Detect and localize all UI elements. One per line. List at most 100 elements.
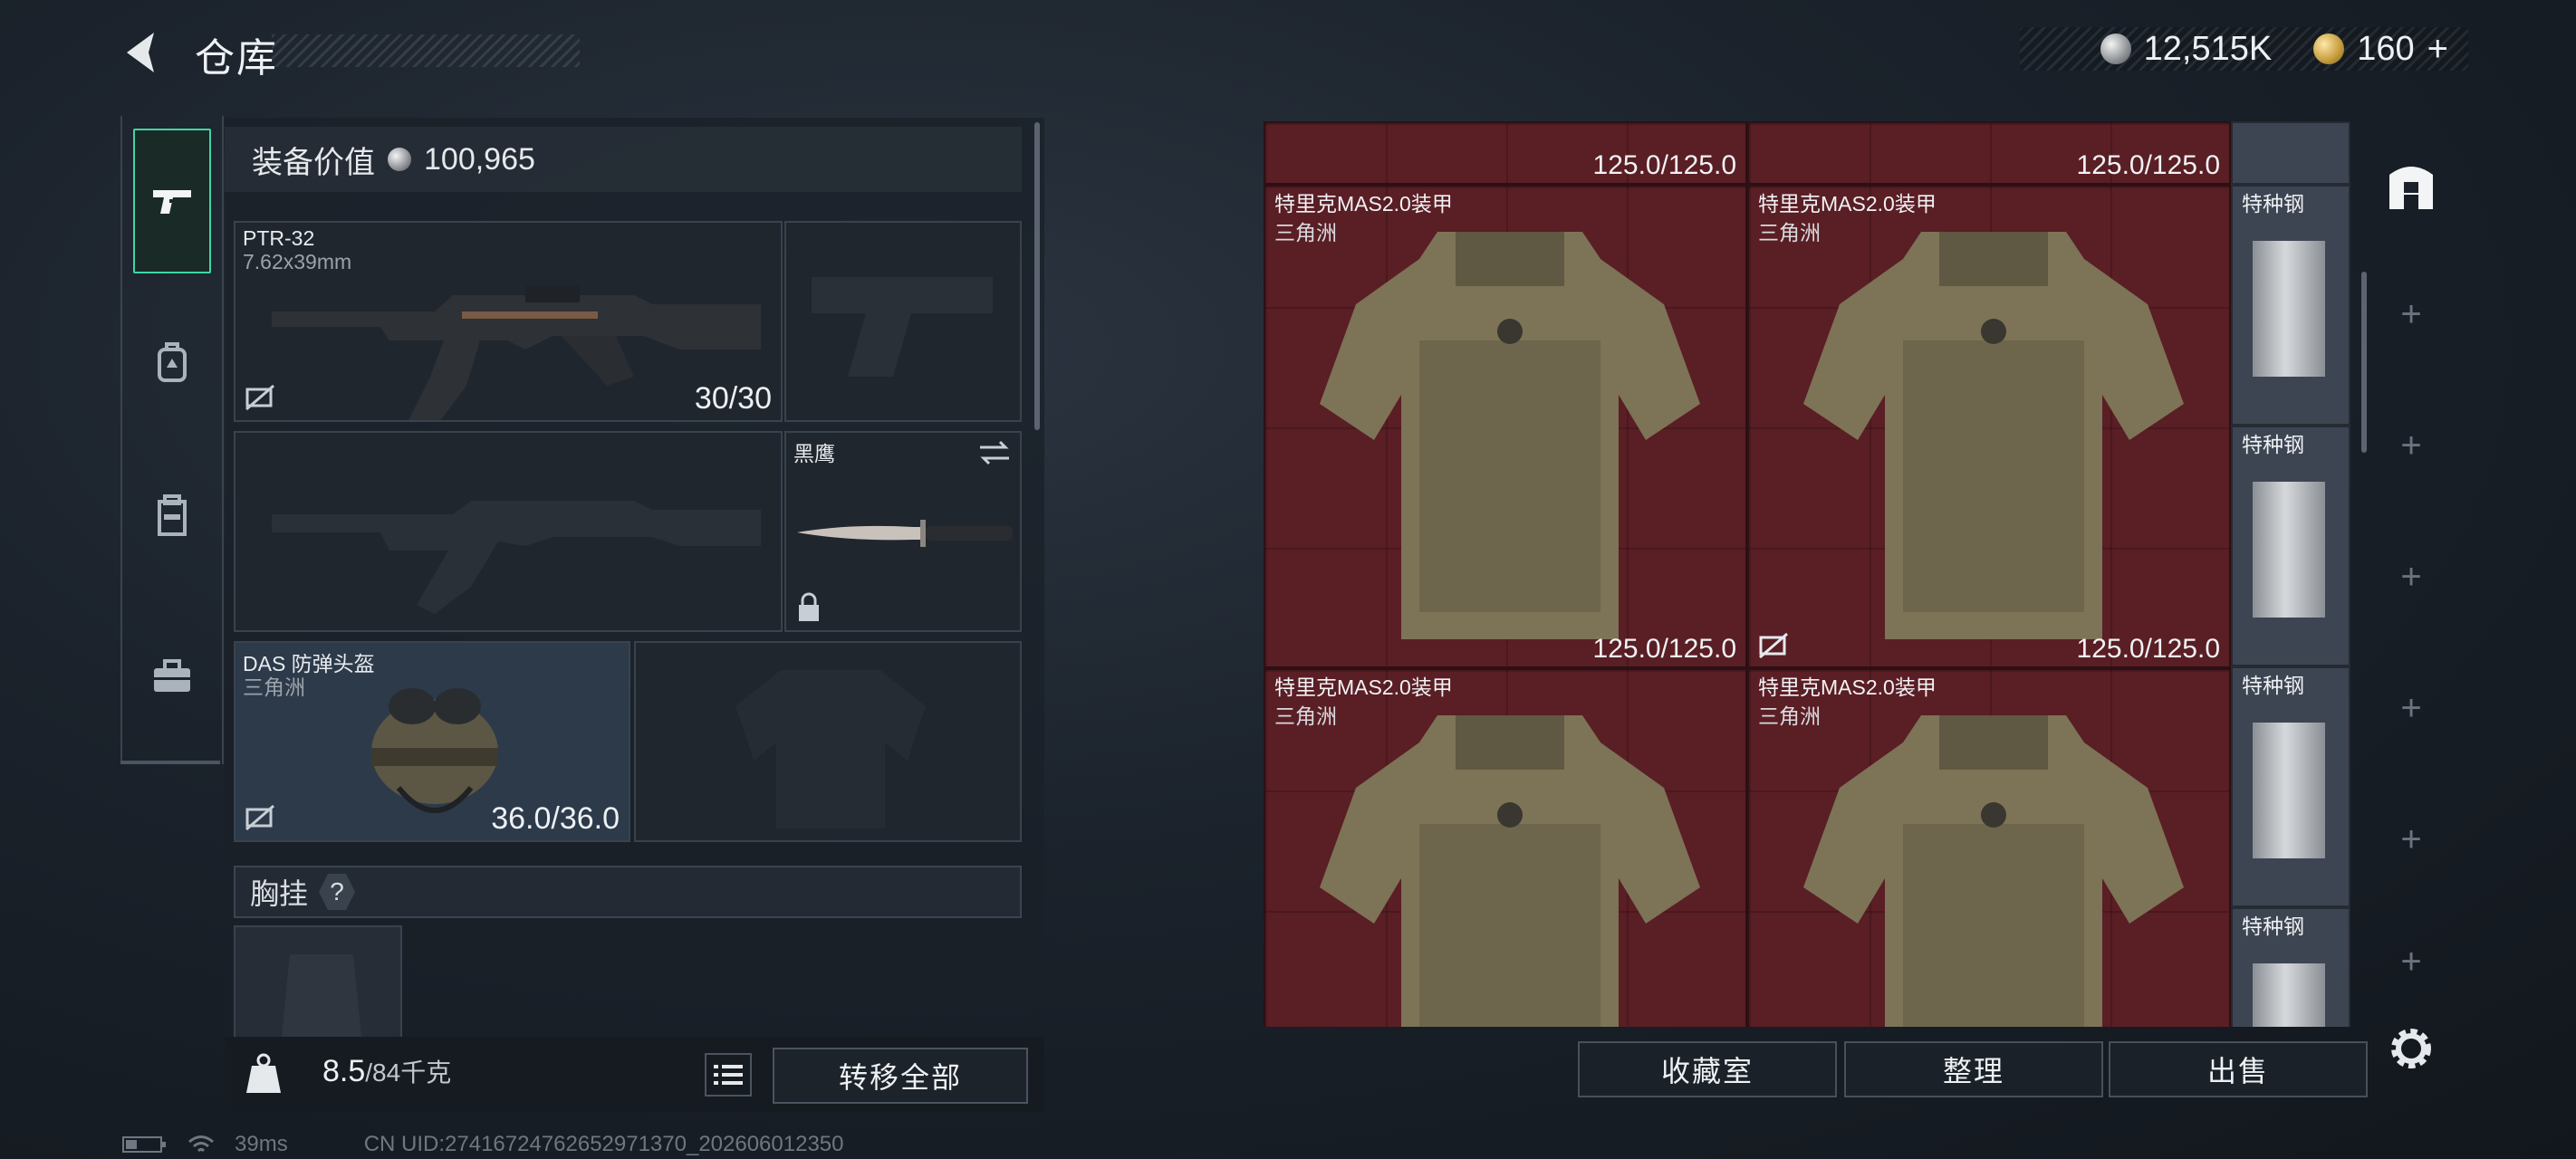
silver-coin-icon	[2100, 34, 2131, 64]
no-insure-icon	[245, 804, 274, 831]
storage-item-armor-partial[interactable]: 125.0/125.0	[1264, 121, 1747, 185]
helmet-sub: 三角洲	[243, 675, 305, 699]
armor-image	[1803, 232, 2184, 639]
wifi-icon	[188, 1135, 214, 1153]
chest-rig-slot-empty[interactable]	[234, 925, 402, 1043]
no-insure-icon	[1759, 632, 1788, 659]
kg-weight-icon	[246, 1053, 281, 1093]
battery-icon	[122, 1136, 166, 1153]
helmet-durability: 36.0/36.0	[491, 801, 620, 836]
settings-icon[interactable]	[2384, 1021, 2438, 1076]
nav-toolbox[interactable]	[133, 605, 211, 750]
carry-weight-value: 8.5	[322, 1054, 366, 1088]
organize-button[interactable]: 整理	[1844, 1041, 2103, 1097]
list-view-button[interactable]	[705, 1053, 752, 1097]
rifle-image	[272, 286, 761, 420]
knife-image	[797, 520, 1013, 547]
add-storage-tab-button[interactable]: +	[2366, 294, 2456, 335]
steel-plate-image	[2253, 723, 2325, 858]
storage-home-icon[interactable]	[2384, 158, 2438, 213]
storage-item-armor[interactable]: 特里克MAS2.0装甲 三角洲 125.0/125.0	[1747, 185, 2231, 668]
page-title: 仓库	[195, 36, 278, 81]
equipment-value: 100,965	[424, 141, 535, 177]
add-storage-tab-button[interactable]: +	[2366, 557, 2456, 598]
nav-vest[interactable]	[133, 444, 211, 589]
transfer-all-button[interactable]: 转移全部	[773, 1048, 1028, 1104]
storage-item-steel[interactable]: 特种钢	[2231, 907, 2350, 1027]
storage-item-armor[interactable]: 特里克MAS2.0装甲 三角洲	[1747, 668, 2231, 1027]
storage-item-steel[interactable]: 特种钢	[2231, 185, 2350, 426]
add-storage-tab-button[interactable]: +	[2366, 688, 2456, 729]
melee-slot[interactable]: 黑鹰	[784, 431, 1022, 632]
item-durability: 125.0/125.0	[1592, 150, 1736, 180]
add-storage-tab-button[interactable]: +	[2366, 942, 2456, 982]
add-storage-tab-button[interactable]: +	[2366, 426, 2456, 466]
storage-grid: 125.0/125.0 125.0/125.0 特里克MAS2.0装甲 三角洲 …	[1264, 121, 2350, 1027]
equipment-value-label: 装备价值	[252, 145, 375, 180]
equipment-value-row: 装备价值 100,965	[225, 127, 1022, 192]
secondary-weapon-slot-empty[interactable]	[234, 431, 783, 632]
storage-item-armor-partial[interactable]: 125.0/125.0	[1747, 121, 2231, 185]
carry-weight-max: /84千克	[365, 1058, 452, 1087]
collection-room-button[interactable]: 收藏室	[1578, 1041, 1837, 1097]
nav-divider	[120, 761, 220, 764]
back-arrow-icon[interactable]	[118, 27, 163, 78]
gold-currency-value: 160	[2357, 29, 2415, 68]
toolbox-icon	[154, 659, 190, 692]
add-storage-tab-button[interactable]: +	[2366, 819, 2456, 860]
helmet-image	[371, 688, 498, 813]
equipment-category-nav	[120, 116, 224, 764]
storage-item-steel-partial[interactable]	[2231, 121, 2350, 185]
item-durability: 125.0/125.0	[2076, 150, 2220, 180]
chest-rig-label: 胸挂	[250, 877, 309, 910]
status-bar: 39ms CN UID:27416724762652971370_2026060…	[122, 1132, 844, 1157]
currency-bar: 12,515K 160 +	[2020, 27, 2468, 71]
storage-item-armor[interactable]: 特里克MAS2.0装甲 三角洲 125.0/125.0	[1264, 185, 1747, 668]
storage-item-armor[interactable]: 特里克MAS2.0装甲 三角洲	[1264, 668, 1747, 1027]
lock-icon	[799, 592, 819, 621]
carry-weight: 8.5/84千克	[322, 1053, 451, 1089]
gold-coin-icon	[2313, 34, 2345, 64]
item-durability: 125.0/125.0	[1592, 634, 1736, 664]
backpack-icon	[158, 342, 187, 382]
chest-rig-silhouette-icon	[281, 954, 362, 1041]
silver-currency-value: 12,515K	[2143, 29, 2273, 68]
equipment-scrollbar[interactable]	[1034, 122, 1040, 430]
title-hatch-decoration	[272, 34, 580, 67]
armor-image	[1803, 715, 2184, 1027]
storage-item-steel[interactable]: 特种钢	[2231, 426, 2350, 666]
storage-tabs: + + + + + +	[2366, 127, 2456, 1023]
item-name: 特种钢	[2242, 915, 2304, 938]
armor-image	[1320, 715, 1700, 1027]
equipment-footer: 8.5/84千克 转移全部	[225, 1037, 1044, 1112]
vest-icon	[158, 494, 187, 536]
add-currency-button[interactable]: +	[2427, 29, 2448, 70]
nav-backpack[interactable]	[133, 290, 211, 435]
body-armor-slot-empty[interactable]	[634, 641, 1022, 842]
pistol-silhouette-icon	[812, 277, 993, 377]
rifle-silhouette-icon	[272, 501, 761, 614]
pistol-slot-empty[interactable]	[784, 221, 1022, 422]
equipment-panel: 装备价值 100,965 PTR-32 7.62x39mm 30/30 黑鹰 D…	[225, 118, 1044, 1112]
silver-coin-icon	[388, 148, 411, 171]
user-uid: CN UID:27416724762652971370_202606012350	[363, 1132, 844, 1156]
primary-weapon-slot[interactable]: PTR-32 7.62x39mm 30/30	[234, 221, 783, 422]
item-name: 特种钢	[2242, 433, 2304, 456]
steel-plate-image	[2253, 963, 2325, 1027]
storage-item-steel[interactable]: 特种钢	[2231, 666, 2350, 907]
weapon-durability: 30/30	[694, 381, 772, 416]
helmet-slot[interactable]: DAS 防弹头盔 三角洲 36.0/36.0	[234, 641, 630, 842]
steel-plate-image	[2253, 241, 2325, 377]
sell-button[interactable]: 出售	[2109, 1041, 2368, 1097]
no-insure-icon	[245, 384, 274, 411]
armor-image	[1320, 232, 1700, 639]
item-name: 特种钢	[2242, 674, 2304, 697]
swap-icon[interactable]	[976, 438, 1013, 467]
pistol-icon	[153, 190, 191, 214]
melee-name: 黑鹰	[793, 442, 835, 465]
nav-weapons[interactable]	[133, 129, 211, 273]
list-icon	[714, 1065, 743, 1085]
help-icon[interactable]: ?	[319, 874, 356, 910]
ping-value: 39ms	[235, 1132, 288, 1156]
armor-silhouette-icon	[735, 670, 926, 829]
